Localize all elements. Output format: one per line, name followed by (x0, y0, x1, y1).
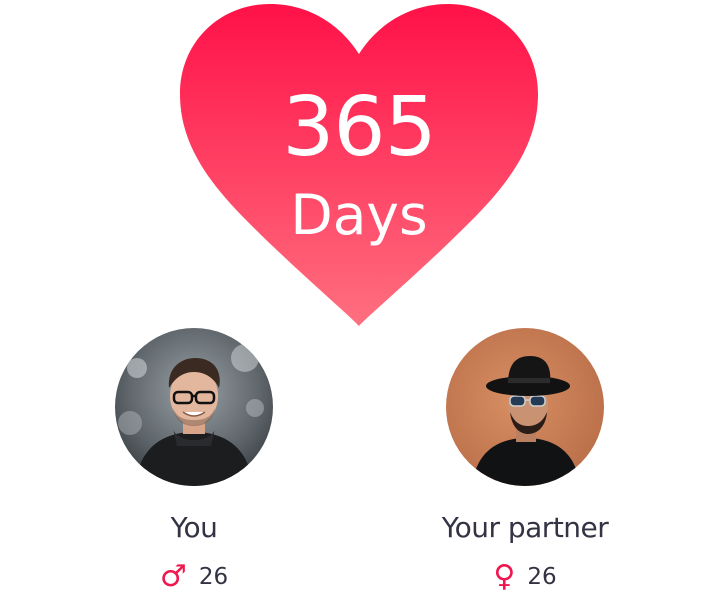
avatar-partner[interactable] (446, 328, 604, 486)
avatar-you[interactable] (115, 328, 273, 486)
heart-counter: 365 Days (178, 2, 540, 328)
person-you[interactable]: You ♂ 26 (74, 328, 314, 592)
days-label: Days (290, 183, 428, 247)
person-name-you: You (170, 511, 218, 544)
person-partner[interactable]: Your partner ♀ 26 (405, 328, 645, 592)
days-count: 365 (282, 80, 437, 175)
person-name-partner: Your partner (441, 511, 609, 544)
